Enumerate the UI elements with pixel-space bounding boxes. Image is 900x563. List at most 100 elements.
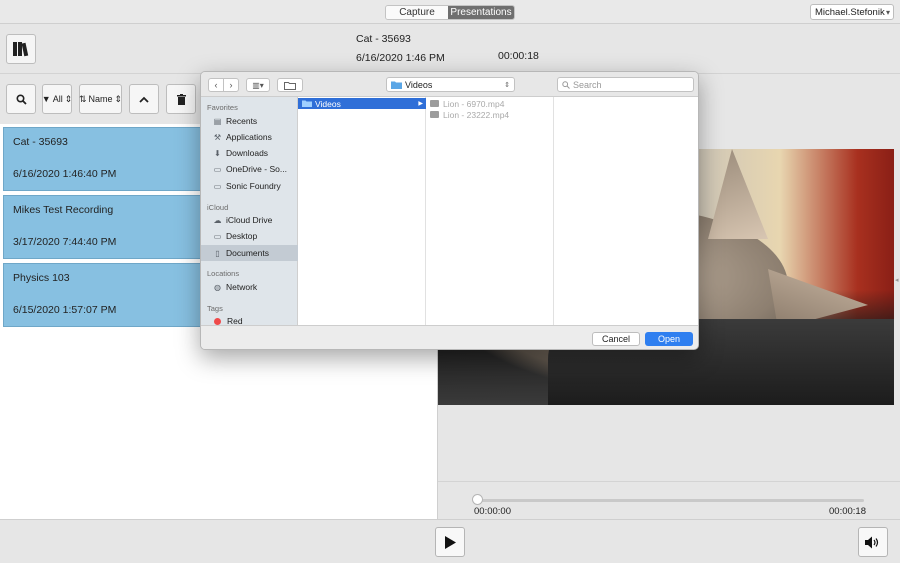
dialog-footer: Cancel Open — [201, 325, 698, 349]
location-popup[interactable]: Videos ⇕ — [386, 77, 515, 92]
user-name: Michael.Stefonik — [815, 6, 885, 18]
folder-row-videos[interactable]: Videos ▶ — [298, 98, 426, 109]
filter-dropdown[interactable]: ▼ All ⇕ — [42, 84, 72, 114]
video-file-icon — [430, 111, 439, 118]
recording-header: Cat - 35693 6/16/2020 1:46 PM 00:00:18 — [0, 24, 900, 74]
search-button[interactable] — [6, 84, 36, 114]
filter-label: All — [52, 94, 63, 104]
sidebar-item-label: OneDrive - So... — [226, 164, 287, 174]
desktop-icon: ▭ — [213, 231, 222, 241]
resize-handle-icon[interactable]: ◂ — [895, 276, 899, 284]
network-icon: ◍ — [214, 282, 221, 292]
new-folder-button[interactable] — [277, 78, 303, 92]
cloud-icon: ☁ — [213, 215, 222, 225]
recording-item-title: Cat - 35693 — [13, 136, 68, 148]
recording-item-date: 6/15/2020 1:57:07 PM — [13, 304, 117, 316]
sidebar-item-label: iCloud Drive — [226, 215, 273, 225]
sidebar-item-sonic-foundry[interactable]: ▭ Sonic Foundry — [201, 178, 298, 194]
folder-icon: ▭ — [213, 181, 222, 191]
sidebar-item-label: Downloads — [226, 148, 269, 158]
sidebar-item-documents[interactable]: ▯ Documents — [201, 245, 298, 261]
recording-item-date: 6/16/2020 1:46:40 PM — [13, 168, 117, 180]
speaker-icon — [865, 536, 879, 548]
sort-direction-button[interactable] — [129, 84, 159, 114]
sidebar-item-label: Recents — [226, 116, 258, 126]
file-open-dialog: ‹ › ▥▾ Videos ⇕ Search Favorites ▤ Recen… — [200, 71, 699, 350]
red-tag-icon — [214, 317, 221, 325]
view-mode-button[interactable]: ▥▾ — [246, 78, 270, 92]
seek-track[interactable] — [478, 499, 864, 502]
file-label: Lion - 23222.mp4 — [443, 109, 510, 120]
documents-icon: ▯ — [215, 248, 220, 258]
file-label: Lion - 6970.mp4 — [443, 98, 505, 109]
recording-date: 6/16/2020 1:46 PM — [356, 52, 445, 64]
sidebar-item-network[interactable]: ◍ Network — [201, 279, 298, 295]
tab-presentations[interactable]: Presentations — [448, 6, 514, 19]
chevron-up-icon — [139, 96, 149, 103]
play-icon — [444, 535, 456, 549]
folder-icon — [302, 100, 312, 107]
forward-button[interactable]: › — [224, 79, 238, 91]
folder-icon — [391, 81, 402, 89]
recents-icon: ▤ — [213, 116, 222, 126]
chevron-down-icon: ▾ — [885, 7, 890, 17]
video-file-icon — [430, 100, 439, 107]
sidebar-header-favorites: Favorites — [207, 103, 238, 112]
search-icon — [15, 93, 27, 105]
recording-duration: 00:00:18 — [498, 50, 539, 62]
location-label: Videos — [405, 79, 433, 90]
sidebar-item-label: Network — [226, 282, 258, 292]
dialog-sidebar: Favorites ▤ Recents ⚒ Applications ⬇ Dow… — [201, 97, 298, 326]
sidebar-item-onedrive[interactable]: ▭ OneDrive - So... — [201, 161, 298, 177]
folder-icon: ▭ — [213, 164, 222, 174]
folder-label: Videos — [315, 98, 341, 109]
sort-dropdown[interactable]: ⇅ Name ⇕ — [79, 84, 122, 114]
sidebar-header-tags: Tags — [207, 304, 223, 313]
open-button[interactable]: Open — [645, 332, 693, 346]
recording-title: Cat - 35693 — [356, 33, 411, 45]
total-time: 00:00:18 — [829, 506, 866, 517]
sidebar-item-label: Applications — [226, 132, 272, 142]
top-bar: Capture Presentations Michael.Stefonik ▾ — [0, 0, 900, 24]
sort-icon: ⇅ — [78, 93, 87, 104]
seek-thumb[interactable] — [472, 494, 483, 505]
delete-button[interactable] — [166, 84, 196, 114]
sidebar-item-desktop[interactable]: ▭ Desktop — [201, 228, 298, 244]
sidebar-item-label: Desktop — [226, 231, 258, 241]
search-placeholder: Search — [573, 79, 602, 90]
browser-column-2: Lion - 6970.mp4 Lion - 23222.mp4 — [426, 97, 554, 325]
sidebar-item-downloads[interactable]: ⬇ Downloads — [201, 145, 298, 161]
current-time: 00:00:00 — [474, 506, 511, 517]
back-button[interactable]: ‹ — [209, 79, 224, 91]
sidebar-item-icloud-drive[interactable]: ☁ iCloud Drive — [201, 212, 298, 228]
browser-column-1: Videos ▶ — [298, 97, 426, 325]
sort-label: Name — [88, 94, 113, 104]
downloads-icon: ⬇ — [214, 148, 221, 158]
sidebar-item-label: Documents — [226, 248, 269, 258]
dialog-search-field[interactable]: Search — [557, 77, 694, 92]
updown-chevron-icon: ⇕ — [504, 81, 510, 89]
file-row[interactable]: Lion - 6970.mp4 — [430, 98, 504, 109]
play-button[interactable] — [435, 527, 465, 557]
volume-button[interactable] — [858, 527, 888, 557]
playback-controls: 00:00:00 00:00:18 — [438, 481, 900, 519]
recording-item-title: Physics 103 — [13, 272, 70, 284]
sidebar-item-recents[interactable]: ▤ Recents — [201, 113, 298, 129]
tab-capture[interactable]: Capture — [386, 6, 448, 19]
browser-column-3 — [554, 97, 698, 325]
dialog-toolbar: ‹ › ▥▾ Videos ⇕ Search — [201, 72, 698, 97]
file-row[interactable]: Lion - 23222.mp4 — [430, 109, 509, 120]
mode-segmented-control: Capture Presentations — [385, 5, 515, 20]
sidebar-item-label: Sonic Foundry — [226, 181, 281, 191]
updown-chevron-icon: ⇕ — [64, 93, 73, 104]
cancel-button[interactable]: Cancel — [592, 332, 640, 346]
recording-item-title: Mikes Test Recording — [13, 204, 114, 216]
nav-buttons: ‹ › — [208, 78, 239, 92]
library-button[interactable] — [6, 34, 36, 64]
search-icon — [562, 80, 570, 89]
user-menu[interactable]: Michael.Stefonik ▾ — [810, 4, 894, 20]
sidebar-header-icloud: iCloud — [207, 203, 229, 212]
sidebar-item-applications[interactable]: ⚒ Applications — [201, 129, 298, 145]
sidebar-header-locations: Locations — [207, 269, 240, 278]
applications-icon: ⚒ — [213, 132, 222, 142]
